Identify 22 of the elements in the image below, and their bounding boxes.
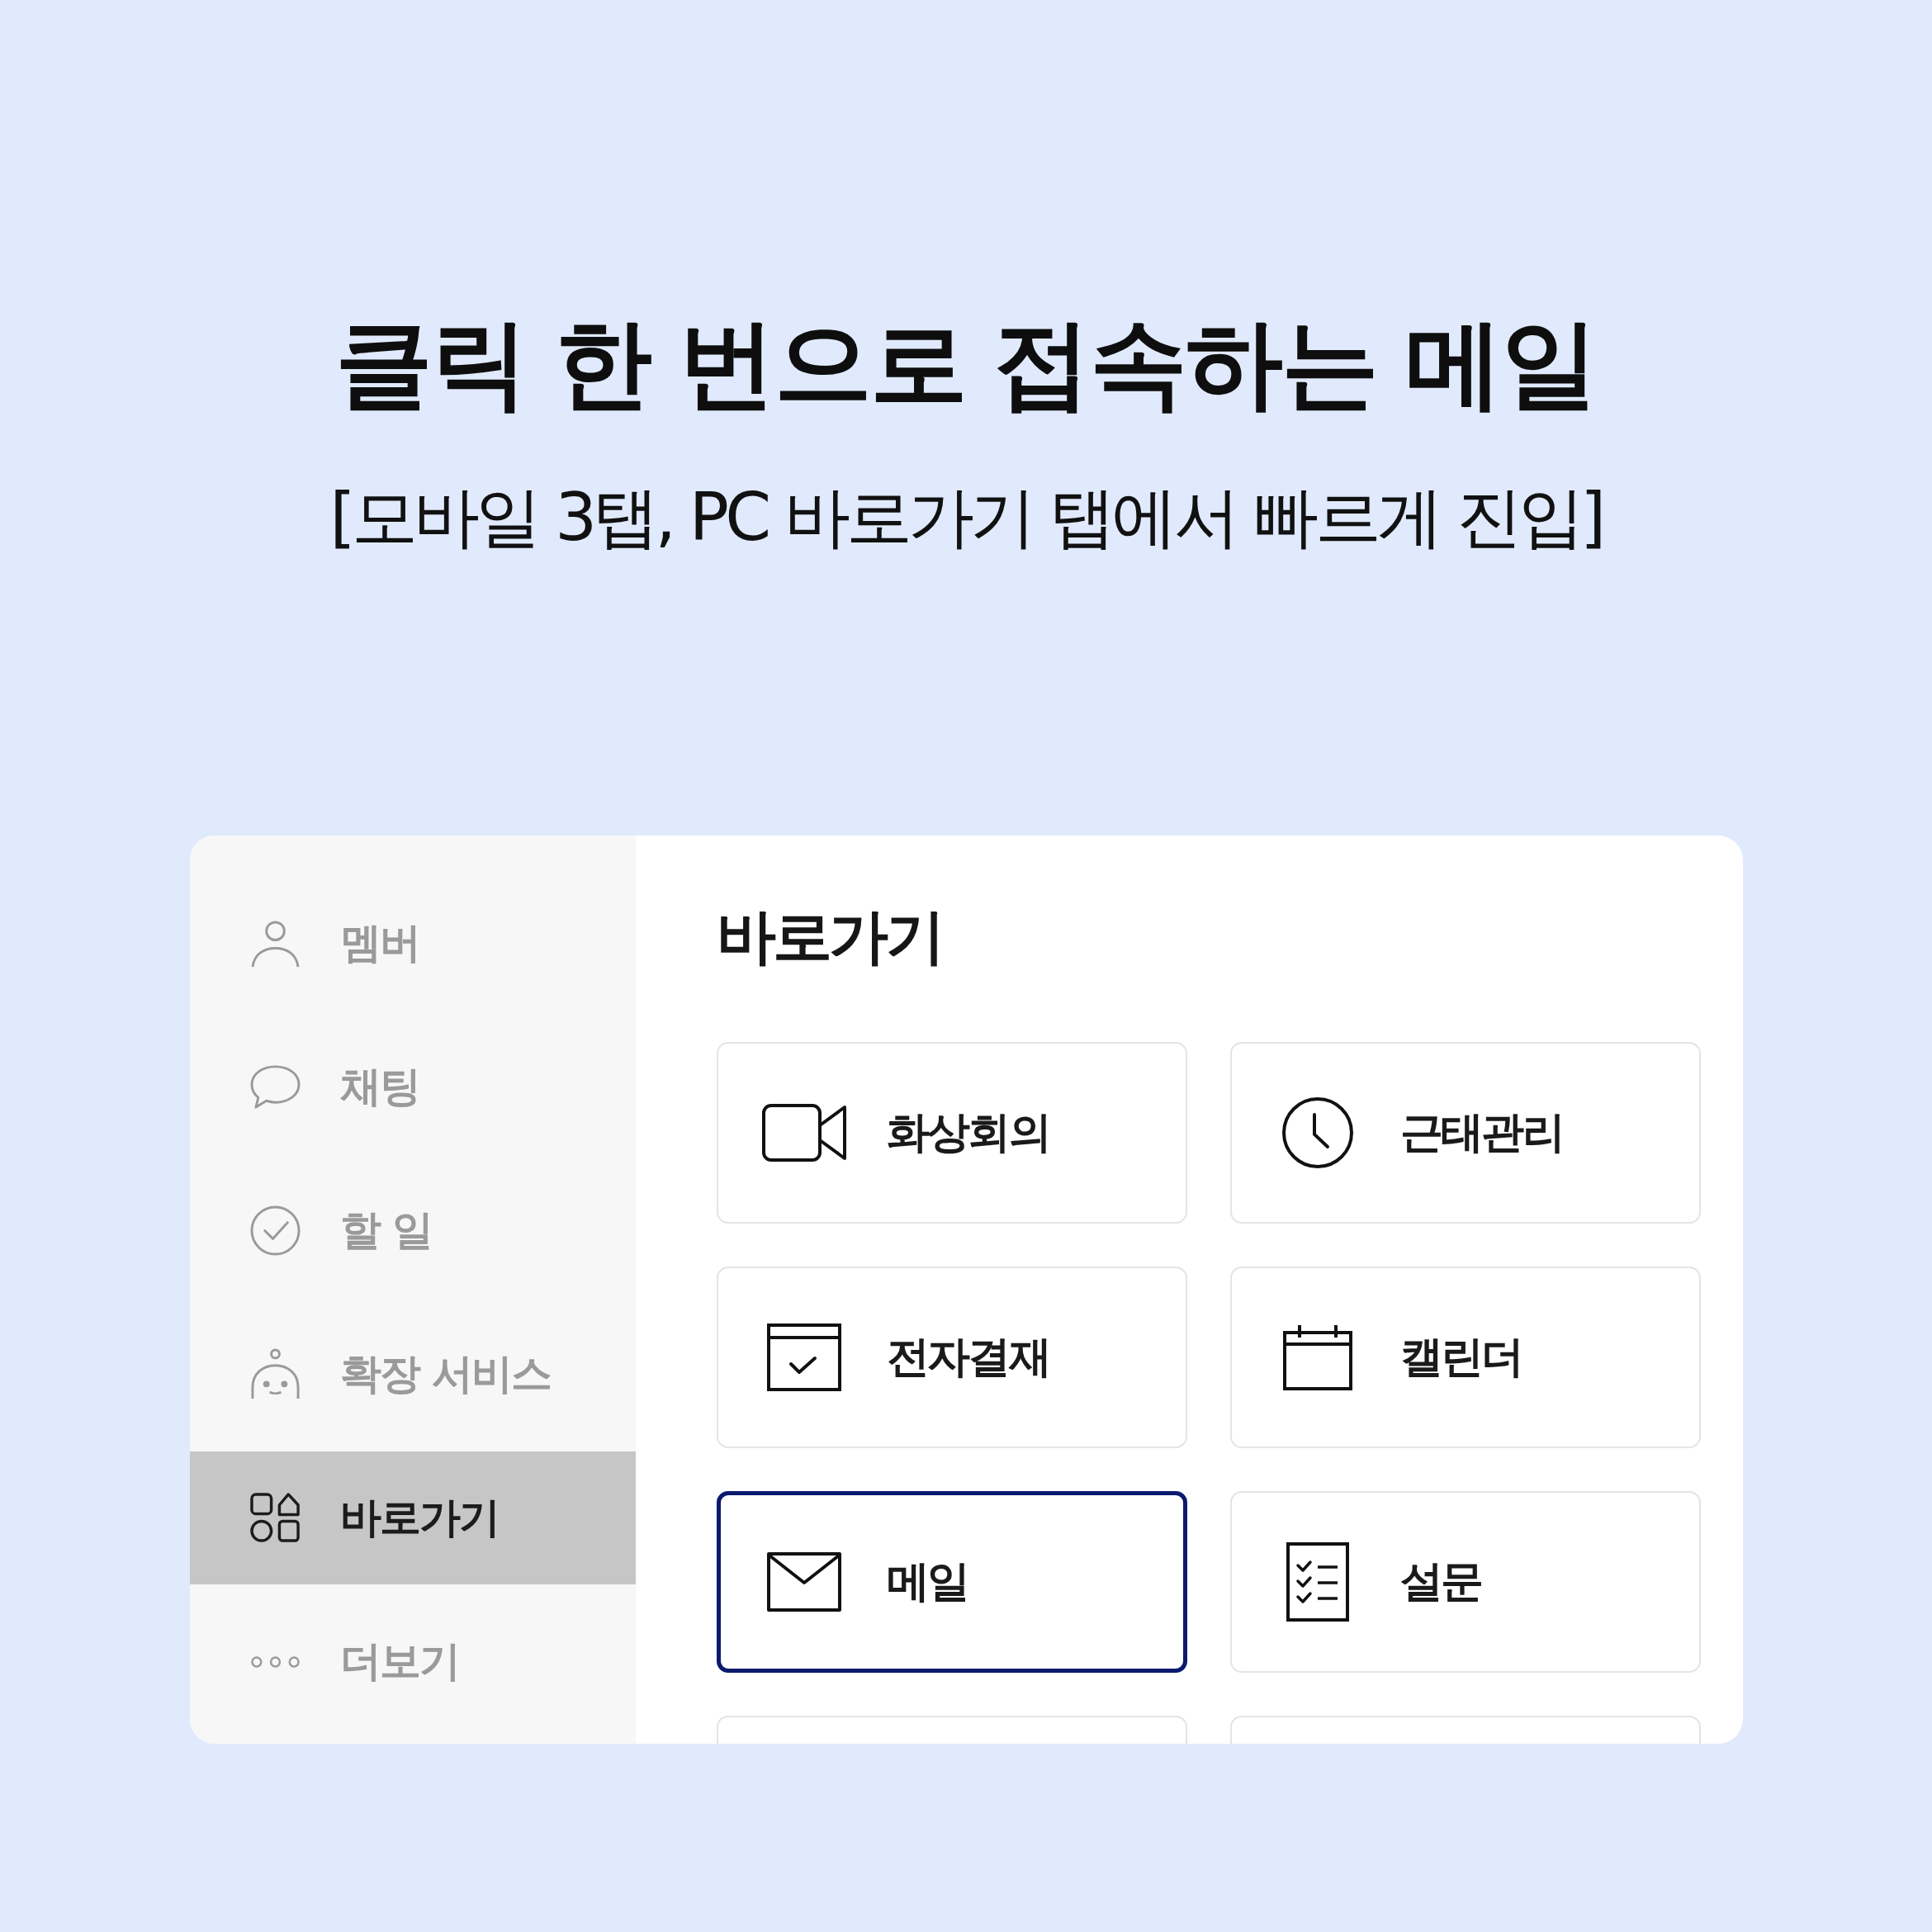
headline: 클릭 한 번으로 접속하는 메일 <box>334 305 1598 422</box>
shortcut-tile[interactable]: 메일 <box>716 1491 1187 1673</box>
robot-icon <box>249 1348 301 1400</box>
envelope-icon <box>766 1552 841 1612</box>
calendar-icon <box>1282 1324 1352 1390</box>
sidebar-item[interactable]: 바로가기 <box>189 1451 636 1584</box>
clock-icon <box>1281 1096 1354 1169</box>
shortcut-tile[interactable] <box>716 1716 1187 1744</box>
panel-title: 바로가기 <box>716 901 943 972</box>
shortcut-tile[interactable]: 설문 <box>1229 1491 1701 1673</box>
checklist-icon <box>1286 1542 1349 1622</box>
window-check-icon <box>766 1324 841 1391</box>
shortcut-tile[interactable]: 전자결재 <box>716 1267 1187 1448</box>
dots-icon <box>249 1655 301 1669</box>
subheadline: [모바일 3탭, PC 바로가기 탭에서 빠르게 진입] <box>329 478 1603 557</box>
check-circle-icon <box>249 1205 301 1257</box>
shortcut-tile[interactable]: 근태관리 <box>1229 1042 1701 1224</box>
shapes-icon <box>249 1492 301 1544</box>
shortcut-tile[interactable]: 화상회의 <box>716 1042 1187 1224</box>
video-camera-icon <box>761 1104 846 1162</box>
shortcut-tile[interactable] <box>1229 1716 1701 1744</box>
shortcut-tile[interactable]: 캘린더 <box>1229 1267 1701 1448</box>
